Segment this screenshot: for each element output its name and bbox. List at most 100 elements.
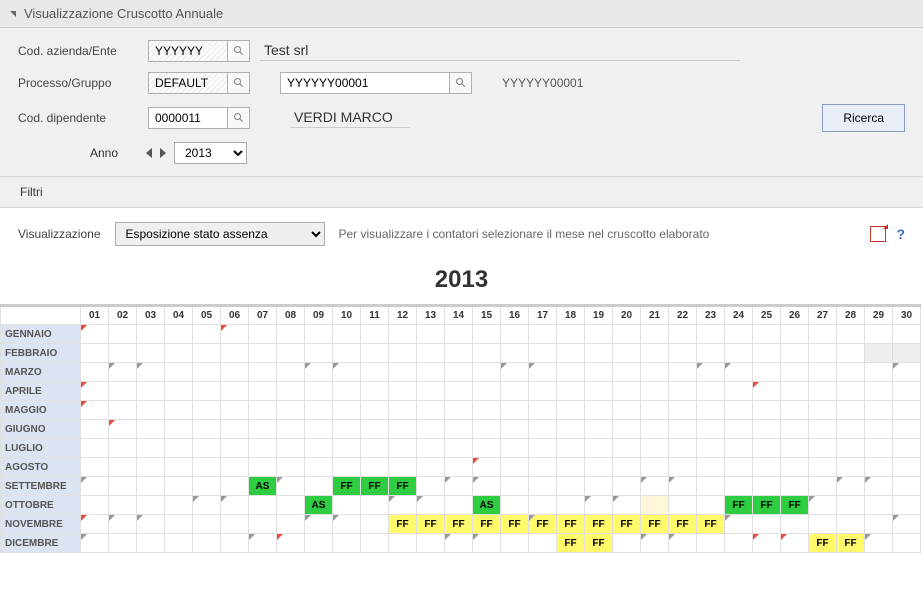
day-cell[interactable] bbox=[81, 534, 109, 553]
day-cell[interactable] bbox=[669, 477, 697, 496]
day-cell[interactable] bbox=[669, 439, 697, 458]
day-cell[interactable] bbox=[697, 363, 725, 382]
day-cell[interactable] bbox=[81, 401, 109, 420]
day-cell[interactable] bbox=[837, 477, 865, 496]
day-cell[interactable] bbox=[109, 363, 137, 382]
day-cell[interactable] bbox=[837, 515, 865, 534]
day-cell[interactable] bbox=[809, 344, 837, 363]
day-cell[interactable] bbox=[613, 439, 641, 458]
day-cell[interactable] bbox=[529, 496, 557, 515]
day-cell[interactable] bbox=[697, 534, 725, 553]
day-cell[interactable] bbox=[893, 325, 921, 344]
day-cell[interactable]: AS bbox=[473, 496, 501, 515]
day-cell[interactable] bbox=[501, 534, 529, 553]
day-cell[interactable] bbox=[249, 439, 277, 458]
day-cell[interactable] bbox=[641, 382, 669, 401]
day-cell[interactable] bbox=[473, 382, 501, 401]
day-cell[interactable] bbox=[165, 458, 193, 477]
day-cell[interactable] bbox=[501, 496, 529, 515]
day-cell[interactable] bbox=[389, 344, 417, 363]
day-cell[interactable] bbox=[305, 382, 333, 401]
month-label[interactable]: DICEMBRE bbox=[1, 534, 81, 553]
day-cell[interactable] bbox=[277, 420, 305, 439]
day-cell[interactable] bbox=[109, 477, 137, 496]
day-cell[interactable] bbox=[389, 325, 417, 344]
day-cell[interactable] bbox=[81, 477, 109, 496]
day-cell[interactable] bbox=[389, 382, 417, 401]
day-cell[interactable] bbox=[389, 363, 417, 382]
day-cell[interactable] bbox=[137, 420, 165, 439]
day-cell[interactable] bbox=[641, 439, 669, 458]
day-cell[interactable] bbox=[333, 534, 361, 553]
day-cell[interactable] bbox=[865, 401, 893, 420]
month-label[interactable]: SETTEMBRE bbox=[1, 477, 81, 496]
help-icon[interactable]: ? bbox=[896, 226, 905, 242]
day-cell[interactable]: FF bbox=[669, 515, 697, 534]
day-cell[interactable] bbox=[305, 401, 333, 420]
day-cell[interactable]: FF bbox=[585, 534, 613, 553]
day-cell[interactable] bbox=[305, 515, 333, 534]
month-label[interactable]: OTTOBRE bbox=[1, 496, 81, 515]
day-cell[interactable] bbox=[193, 496, 221, 515]
day-cell[interactable] bbox=[809, 458, 837, 477]
day-cell[interactable] bbox=[445, 496, 473, 515]
day-cell[interactable] bbox=[81, 420, 109, 439]
day-cell[interactable] bbox=[193, 344, 221, 363]
search-button[interactable]: Ricerca bbox=[822, 104, 905, 132]
day-cell[interactable] bbox=[417, 382, 445, 401]
day-cell[interactable] bbox=[837, 439, 865, 458]
day-cell[interactable] bbox=[641, 344, 669, 363]
month-label[interactable]: MAGGIO bbox=[1, 401, 81, 420]
day-cell[interactable] bbox=[557, 344, 585, 363]
day-cell[interactable] bbox=[277, 344, 305, 363]
day-cell[interactable] bbox=[109, 515, 137, 534]
day-cell[interactable] bbox=[781, 439, 809, 458]
day-cell[interactable] bbox=[473, 401, 501, 420]
day-cell[interactable]: AS bbox=[305, 496, 333, 515]
day-cell[interactable] bbox=[137, 458, 165, 477]
day-cell[interactable] bbox=[445, 401, 473, 420]
day-cell[interactable] bbox=[809, 401, 837, 420]
day-cell[interactable] bbox=[109, 382, 137, 401]
day-cell[interactable] bbox=[221, 420, 249, 439]
day-cell[interactable] bbox=[613, 325, 641, 344]
day-cell[interactable] bbox=[557, 458, 585, 477]
day-cell[interactable] bbox=[137, 344, 165, 363]
day-cell[interactable] bbox=[669, 382, 697, 401]
day-cell[interactable] bbox=[137, 363, 165, 382]
day-cell[interactable] bbox=[81, 363, 109, 382]
day-cell[interactable] bbox=[669, 401, 697, 420]
day-cell[interactable] bbox=[837, 363, 865, 382]
day-cell[interactable]: FF bbox=[641, 515, 669, 534]
day-cell[interactable]: FF bbox=[837, 534, 865, 553]
day-cell[interactable] bbox=[361, 420, 389, 439]
day-cell[interactable] bbox=[81, 382, 109, 401]
cod-azienda-input[interactable] bbox=[148, 40, 228, 62]
day-cell[interactable] bbox=[501, 420, 529, 439]
day-cell[interactable] bbox=[557, 477, 585, 496]
day-cell[interactable] bbox=[417, 363, 445, 382]
day-cell[interactable]: FF bbox=[333, 477, 361, 496]
day-cell[interactable] bbox=[753, 439, 781, 458]
day-cell[interactable] bbox=[613, 344, 641, 363]
month-label[interactable]: GIUGNO bbox=[1, 420, 81, 439]
day-cell[interactable] bbox=[725, 401, 753, 420]
day-cell[interactable] bbox=[137, 496, 165, 515]
month-label[interactable]: GENNAIO bbox=[1, 325, 81, 344]
day-cell[interactable] bbox=[529, 420, 557, 439]
day-cell[interactable] bbox=[557, 496, 585, 515]
processo-code-lookup-button[interactable] bbox=[450, 72, 472, 94]
day-cell[interactable] bbox=[837, 496, 865, 515]
day-cell[interactable] bbox=[725, 382, 753, 401]
day-cell[interactable] bbox=[221, 477, 249, 496]
day-cell[interactable] bbox=[165, 534, 193, 553]
vis-select[interactable]: Esposizione stato assenza bbox=[115, 222, 325, 246]
day-cell[interactable] bbox=[193, 534, 221, 553]
day-cell[interactable] bbox=[641, 363, 669, 382]
day-cell[interactable] bbox=[305, 534, 333, 553]
day-cell[interactable] bbox=[669, 325, 697, 344]
day-cell[interactable] bbox=[445, 439, 473, 458]
day-cell[interactable] bbox=[557, 382, 585, 401]
day-cell[interactable] bbox=[725, 344, 753, 363]
day-cell[interactable] bbox=[417, 496, 445, 515]
